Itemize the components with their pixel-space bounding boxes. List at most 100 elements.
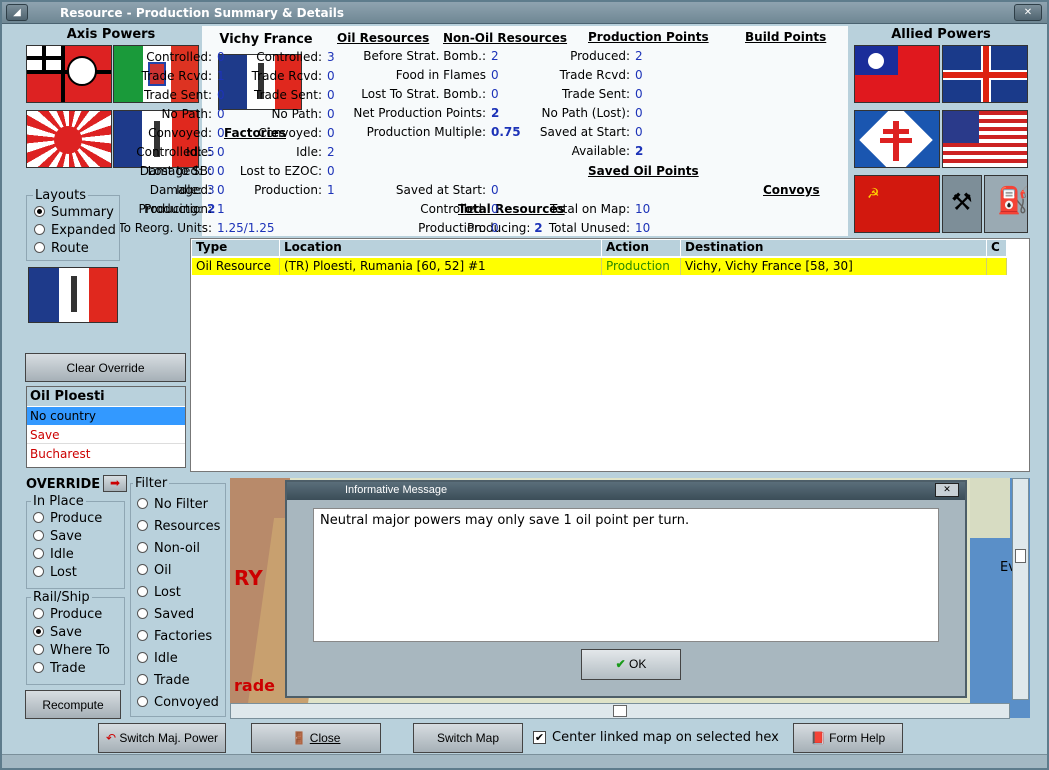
build-row: Available: 2 [490,144,644,158]
china-flag[interactable] [854,45,940,103]
nonoil-value: 2 [327,145,335,159]
resource-table: Type Location Action Destination C Oil R… [190,238,1030,472]
table-cell-action[interactable]: Production [602,258,681,275]
layout-label: Route [51,241,89,256]
table-cell-destination[interactable]: Vichy, Vichy France [58, 30] [681,258,987,275]
saved-oil-title: Saved Oil Points [588,164,699,178]
build-value: 0 [635,125,643,139]
savedoil-value: 0 [491,221,499,235]
filter-radio[interactable]: Saved [137,607,194,622]
filter-radio[interactable]: Convoyed [137,695,219,710]
rail-ship-radio[interactable]: Save [33,625,82,640]
close-button[interactable]: 🚪 Close [251,723,381,753]
radio-dot-icon [33,512,44,523]
switch-major-power-button[interactable]: ↶ Switch Maj. Power [98,723,226,753]
rail-ship-radio[interactable]: Produce [33,607,102,622]
country-name: Vichy France [219,32,313,47]
column-header-c[interactable]: C [987,240,1007,256]
prod-row: Before Strat. Bomb.: 2 [306,49,498,63]
oil-list: Oil Ploesti No country Save Bucharest [26,386,186,468]
layout-radio[interactable]: Summary [34,205,114,220]
nonoil-label: Trade Rcvd: [251,69,322,83]
prod-label: Net Production Points: [353,106,486,120]
in-place-radio[interactable]: Save [33,529,82,544]
radio-dot-icon [33,626,44,637]
ok-button[interactable]: ✔ OK [581,649,681,680]
in-place-radio[interactable]: Lost [33,565,77,580]
override-arrow-button[interactable]: ➡ [103,475,127,492]
radio-dot-icon [137,674,148,685]
build-label: Produced: [570,49,630,63]
filter-radio[interactable]: Non-oil [137,541,200,556]
uk-flag[interactable] [942,45,1028,103]
radio-dot-icon [34,224,45,235]
prod-row: Lost To Strat. Bomb.: 0 [306,87,498,101]
convoys-row: Total Unused: 10 [510,221,650,235]
nonoil-label: Trade Sent: [253,88,322,102]
nonoil-label: Idle: [296,145,322,159]
build-value: 0 [635,106,643,120]
recompute-button[interactable]: Recompute [25,690,121,719]
build-label: Saved at Start: [539,125,630,139]
layout-radio[interactable]: Route [34,241,89,256]
nonoil-row: Production: 1 [202,183,335,197]
table-cell-location[interactable]: (TR) Ploesti, Rumania [60, 52] #1 [280,258,602,275]
in-place-radio[interactable]: Idle [33,547,74,562]
filter-radio[interactable]: No Filter [137,497,208,512]
free-france-flag[interactable] [854,110,940,168]
oil-label: Trade Rcvd: [141,69,212,83]
form-help-button[interactable]: 📕 Form Help [793,723,903,753]
radio-dot-icon [34,206,45,217]
oil-list-title: Oil Ploesti [27,387,185,406]
main-window: ◢ Resource - Production Summary & Detail… [0,0,1049,770]
in-place-label: Lost [50,565,77,580]
window-title: Resource - Production Summary & Details [60,6,344,20]
oil-list-item[interactable]: Bucharest [27,445,185,463]
in-place-radio[interactable]: Produce [33,511,102,526]
radio-dot-icon [137,586,148,597]
filter-radio[interactable]: Lost [137,585,181,600]
build-row: Trade Sent: 0 [490,87,643,101]
map-vertical-scrollbar[interactable] [1012,478,1029,700]
oil-derrick-icon[interactable]: ⛽ [984,175,1028,233]
system-menu-button[interactable]: ◢ [6,4,28,21]
column-header-type[interactable]: Type [192,240,280,256]
close-window-button[interactable]: ✕ [1014,4,1042,21]
ussr-flag[interactable]: ☭ [854,175,940,233]
filter-radio[interactable]: Oil [137,563,171,578]
rail-ship-radio[interactable]: Where To [33,643,110,658]
layout-label: Summary [51,205,114,220]
filter-radio[interactable]: Resources [137,519,220,534]
hammer-sickle-icon: ☭ [867,186,880,202]
oil-list-item[interactable]: Save [27,426,185,444]
layout-radio[interactable]: Expanded [34,223,116,238]
dialog-close-button[interactable]: ✕ [935,483,959,497]
center-map-checkbox[interactable]: ✔ [533,731,546,744]
map-horizontal-scrollbar[interactable] [230,703,1010,719]
table-cell-c[interactable] [987,258,1007,275]
column-header-destination[interactable]: Destination [681,240,987,256]
mining-resource-icon[interactable]: ⚒ [942,175,982,233]
switch-map-button[interactable]: Switch Map [413,723,523,753]
filter-label: Convoyed [154,695,219,710]
override-title: OVERRIDE [26,477,101,492]
filter-radio[interactable]: Idle [137,651,178,666]
oil-list-item[interactable]: No country [27,407,185,425]
clear-override-button[interactable]: Clear Override [25,353,186,382]
filter-radio[interactable]: Factories [137,629,212,644]
table-cell-type[interactable]: Oil Resource [192,258,280,275]
usa-flag[interactable] [942,110,1028,168]
radio-dot-icon [137,630,148,641]
filter-label: Oil [154,563,172,578]
filter-label: No Filter [154,497,209,512]
savedoil-row: Production: 0 [366,221,499,235]
map-label: RY [234,566,263,590]
build-label: Trade Rcvd: [559,68,630,82]
column-header-action[interactable]: Action [602,240,681,256]
savedoil-value: 0 [491,183,499,197]
filter-radio[interactable]: Trade [137,673,190,688]
column-header-location[interactable]: Location [280,240,602,256]
oil-label: Controlled: [146,50,212,64]
rail-ship-radio[interactable]: Trade [33,661,86,676]
radio-dot-icon [137,652,148,663]
